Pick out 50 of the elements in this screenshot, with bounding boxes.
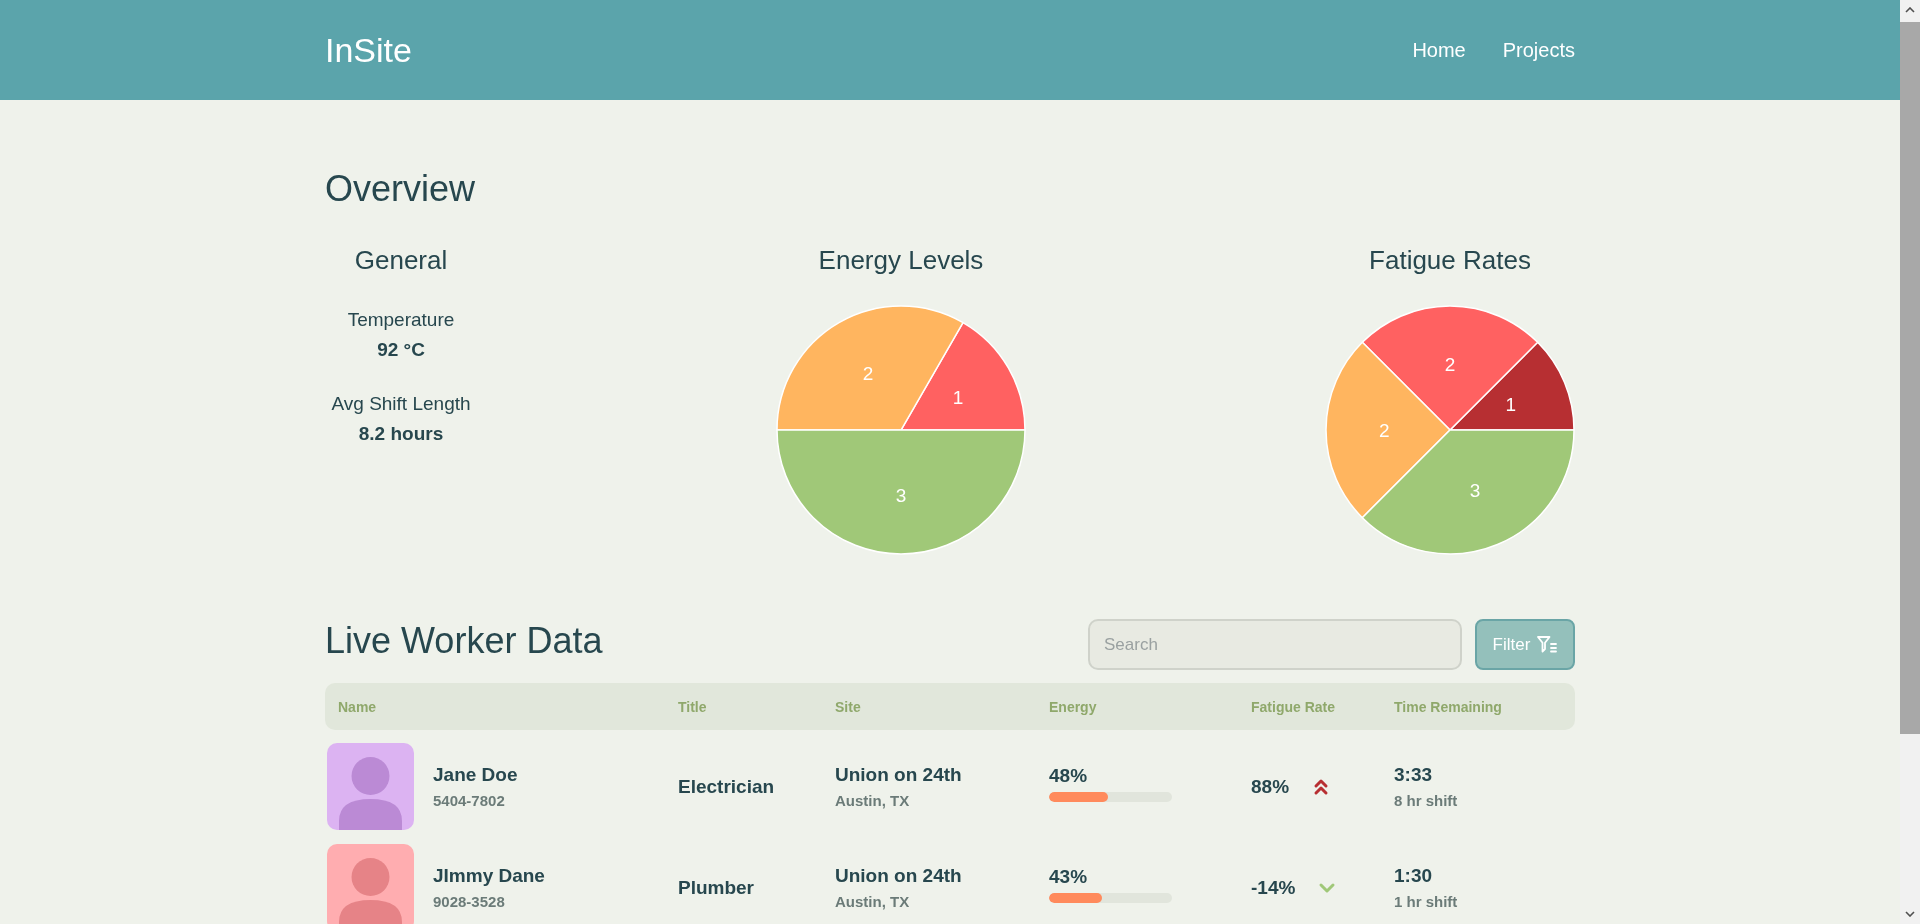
worker-phone: 5404-7802 — [433, 791, 505, 810]
worker-name: JImmy Dane — [433, 864, 545, 888]
shift-length: 1 hr shift — [1394, 892, 1458, 911]
chart-title: Energy Levels — [818, 245, 984, 276]
chevron-down-icon[interactable] — [1905, 911, 1915, 917]
energy-reading: 48% — [1049, 763, 1088, 788]
chevron-up-icon[interactable] — [1905, 7, 1915, 13]
slice-value-label: 1 — [1505, 394, 1516, 416]
time-remaining: 3:33 — [1394, 763, 1433, 787]
site-logo[interactable]: InSite — [325, 30, 412, 70]
time-remaining: 1:30 — [1394, 864, 1433, 888]
search-field[interactable]: Search — [1088, 619, 1462, 670]
site-name: Union on 24th — [835, 864, 962, 888]
stat-label: Temperature — [347, 308, 455, 332]
nav-link[interactable]: Home — [1412, 38, 1466, 62]
site-location: Austin, TX — [835, 791, 910, 810]
site-name: Union on 24th — [835, 763, 962, 787]
fatigue-reading: -14% — [1251, 875, 1296, 900]
job-title: Plumber — [678, 875, 755, 900]
worker-name: Jane Doe — [433, 763, 518, 787]
column-header[interactable]: Energy — [1049, 698, 1097, 715]
section-title: Overview — [325, 167, 476, 210]
slice-value-label: 1 — [952, 386, 964, 408]
energy-reading: 43% — [1049, 864, 1088, 889]
column-header[interactable]: Site — [835, 698, 861, 715]
stat-value: 8.2 hours — [358, 422, 444, 446]
scrollbar-thumb[interactable] — [1900, 22, 1920, 734]
panel-title: General — [354, 245, 448, 276]
site-location: Austin, TX — [835, 892, 910, 911]
column-header[interactable]: Time Remaining — [1394, 698, 1502, 715]
slice-value-label: 3 — [895, 485, 907, 507]
stat-value: 92 °C — [377, 338, 425, 362]
section-title: Live Worker Data — [325, 619, 603, 662]
column-header[interactable]: Fatigue Rate — [1251, 698, 1335, 715]
slice-value-label: 2 — [862, 362, 874, 384]
filter-icon — [1537, 636, 1558, 653]
scrollbar[interactable] — [1900, 0, 1920, 924]
column-header[interactable]: Name — [338, 698, 377, 715]
stat-label: Avg Shift Length — [331, 392, 471, 416]
slice-value-label: 2 — [1444, 353, 1456, 375]
chart-title: Fatigue Rates — [1369, 245, 1531, 276]
slice-value-label: 2 — [1379, 419, 1390, 441]
job-title: Electrician — [678, 774, 775, 799]
worker-phone: 9028-3528 — [433, 892, 505, 911]
shift-length: 8 hr shift — [1394, 791, 1458, 810]
filter-button[interactable]: Filter — [1475, 619, 1575, 670]
nav-link[interactable]: Projects — [1502, 38, 1575, 62]
fatigue-reading: 88% — [1251, 774, 1290, 799]
column-header[interactable]: Title — [678, 698, 707, 715]
slice-value-label: 3 — [1469, 480, 1481, 502]
